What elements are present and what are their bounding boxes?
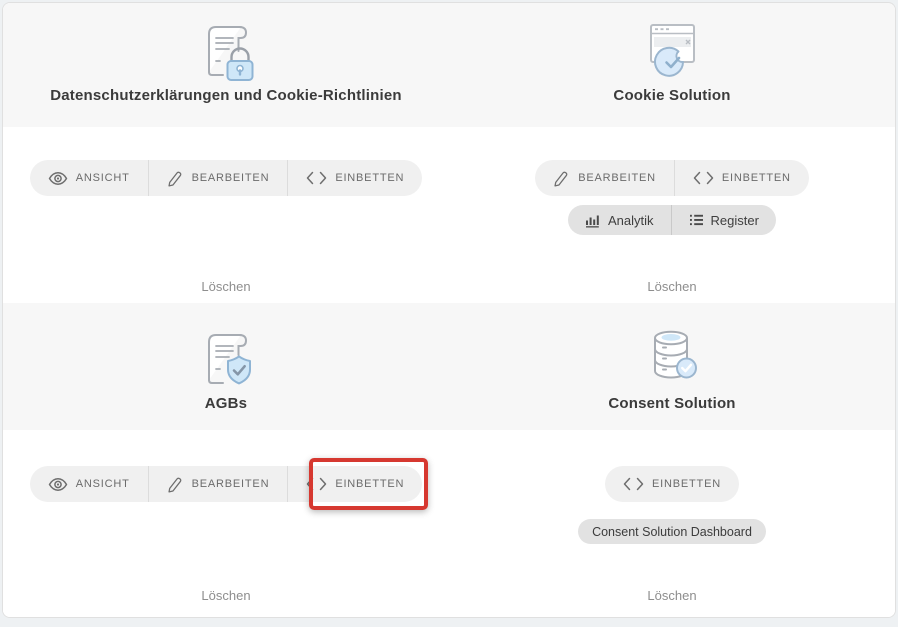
agbs-delete-link[interactable]: Löschen [201, 588, 250, 603]
list-icon [689, 213, 704, 227]
pencil-icon [167, 476, 184, 493]
actions-row-1: ANSICHT BEARBEITEN [3, 127, 895, 303]
cookie-sub-group: Analytik Register [568, 205, 776, 235]
button-label: EINBETTEN [335, 172, 404, 184]
code-icon [623, 477, 644, 491]
database-check-icon [641, 324, 703, 390]
document-lock-icon [195, 14, 257, 82]
privacy-ansicht-button[interactable]: ANSICHT [30, 160, 148, 196]
page: Datenschutzerklärungen und Cookie-Richtl… [0, 0, 898, 627]
agbs-einbetten-button[interactable]: EINBETTEN [287, 466, 422, 502]
eye-icon [48, 477, 68, 492]
cookie-card-title: Cookie Solution [613, 87, 730, 104]
cookie-card-header: Cookie Solution [449, 3, 895, 127]
agbs-card-header: AGBs [3, 303, 449, 430]
agbs-card-actions: ANSICHT BEARBEITEN [3, 430, 449, 617]
cookie-einbetten-button[interactable]: EINBETTEN [674, 160, 809, 196]
products-panel: Datenschutzerklärungen und Cookie-Richtl… [2, 2, 896, 618]
code-icon [306, 477, 327, 491]
register-button[interactable]: Register [671, 205, 776, 235]
header-row-1: Datenschutzerklärungen und Cookie-Richtl… [3, 3, 895, 127]
consent-dashboard-button[interactable]: Consent Solution Dashboard [578, 519, 766, 544]
cookie-delete-link[interactable]: Löschen [647, 279, 696, 294]
agbs-card-title: AGBs [205, 395, 247, 412]
agbs-ansicht-button[interactable]: ANSICHT [30, 466, 148, 502]
pencil-icon [553, 170, 570, 187]
pencil-icon [167, 170, 184, 187]
button-label: Analytik [608, 213, 654, 228]
button-label: Register [711, 213, 759, 228]
privacy-card-header: Datenschutzerklärungen und Cookie-Richtl… [3, 3, 449, 127]
button-label: ANSICHT [76, 478, 130, 490]
consent-card-title: Consent Solution [608, 395, 735, 412]
button-label: BEARBEITEN [192, 478, 270, 490]
consent-card-actions: EINBETTEN Consent Solution Dashboard Lös… [449, 430, 895, 617]
consent-einbetten-button[interactable]: EINBETTEN [605, 466, 739, 502]
cookie-button-group: BEARBEITEN EINBETTEN [535, 160, 809, 196]
code-icon [306, 171, 327, 185]
privacy-bearbeiten-button[interactable]: BEARBEITEN [148, 160, 288, 196]
header-row-2: AGBs Consent Solution [3, 303, 895, 430]
button-label: BEARBEITEN [192, 172, 270, 184]
actions-row-2: ANSICHT BEARBEITEN [3, 430, 895, 617]
consent-delete-link[interactable]: Löschen [647, 588, 696, 603]
agbs-bearbeiten-button[interactable]: BEARBEITEN [148, 466, 288, 502]
cookie-card-actions: BEARBEITEN EINBETTEN [449, 127, 895, 303]
button-label: EINBETTEN [722, 172, 791, 184]
button-label: ANSICHT [76, 172, 130, 184]
code-icon [693, 171, 714, 185]
privacy-einbetten-button[interactable]: EINBETTEN [287, 160, 422, 196]
eye-icon [48, 171, 68, 186]
bar-chart-icon [585, 213, 601, 228]
analytik-button[interactable]: Analytik [568, 205, 671, 235]
button-label: Consent Solution Dashboard [592, 525, 752, 539]
consent-button-group: EINBETTEN [605, 466, 739, 502]
browser-cookie-icon [641, 14, 703, 82]
document-shield-icon [195, 324, 257, 390]
button-label: BEARBEITEN [578, 172, 656, 184]
agbs-button-group: ANSICHT BEARBEITEN [30, 466, 423, 502]
privacy-card-actions: ANSICHT BEARBEITEN [3, 127, 449, 303]
privacy-delete-link[interactable]: Löschen [201, 279, 250, 294]
cookie-bearbeiten-button[interactable]: BEARBEITEN [535, 160, 674, 196]
button-label: EINBETTEN [335, 478, 404, 490]
privacy-card-title: Datenschutzerklärungen und Cookie-Richtl… [50, 87, 402, 104]
button-label: EINBETTEN [652, 478, 721, 490]
consent-card-header: Consent Solution [449, 303, 895, 430]
privacy-button-group: ANSICHT BEARBEITEN [30, 160, 423, 196]
